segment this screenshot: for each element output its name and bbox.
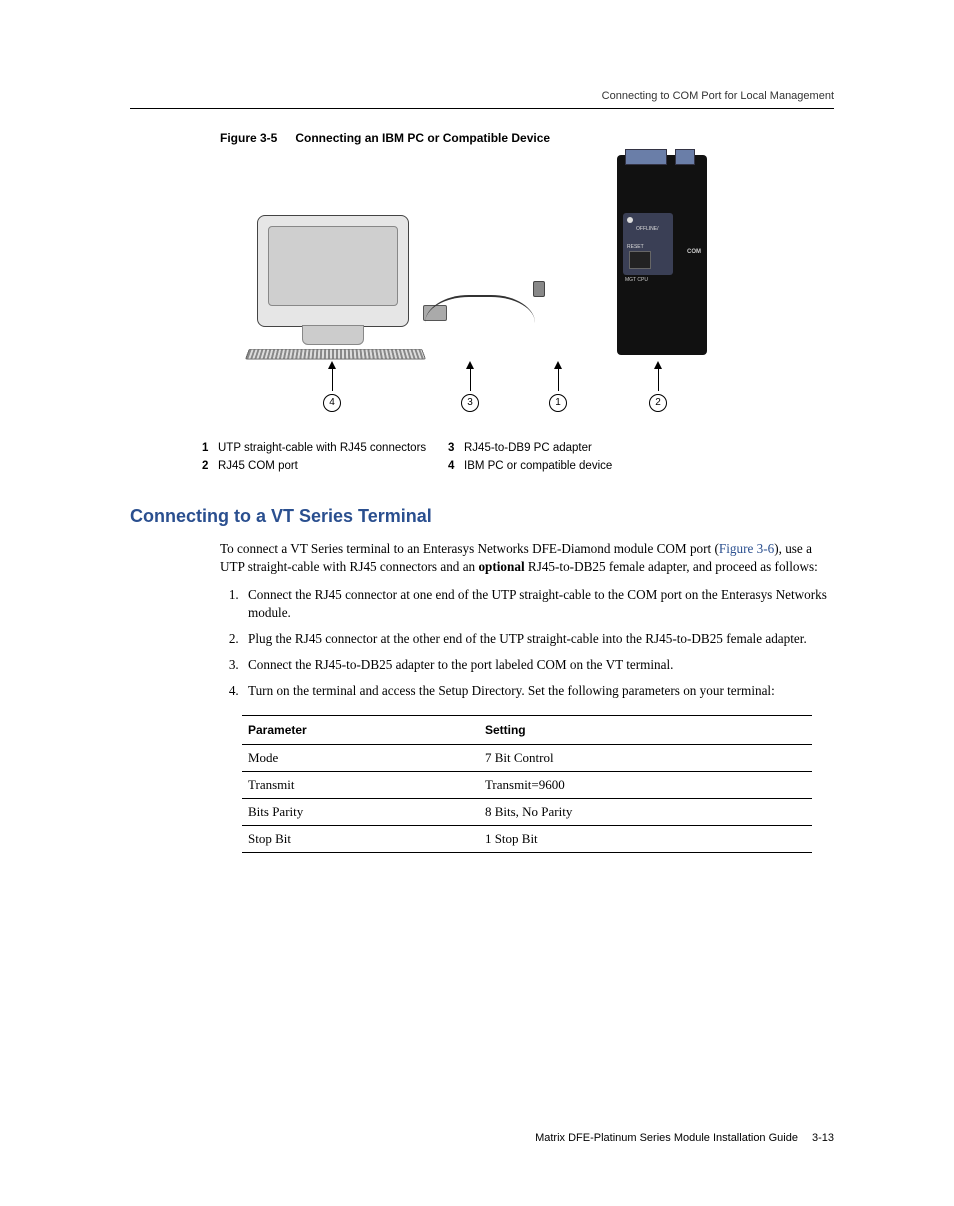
callout-stem bbox=[558, 369, 559, 391]
intro-paragraph: To connect a VT Series terminal to an En… bbox=[220, 540, 834, 576]
setting-cell: Transmit=9600 bbox=[479, 771, 812, 798]
figure-title: Connecting an IBM PC or Compatible Devic… bbox=[295, 131, 550, 145]
callout-stem bbox=[658, 369, 659, 391]
callout-4: 4 bbox=[323, 361, 341, 412]
mgt-cpu-label: MGT CPU bbox=[625, 277, 648, 283]
figure-caption: Figure 3-5 Connecting an IBM PC or Compat… bbox=[220, 131, 834, 145]
legend-row: 2 RJ45 COM port 4 IBM PC or compatible d… bbox=[202, 457, 762, 475]
header-rule bbox=[130, 108, 834, 109]
footer-page-number: 3-13 bbox=[812, 1132, 834, 1144]
step-item: Connect the RJ45 connector at one end of… bbox=[242, 586, 834, 622]
module-panel: OFFLINE/ RESET bbox=[623, 213, 673, 275]
callout-stem bbox=[470, 369, 471, 391]
legend-text: IBM PC or compatible device bbox=[464, 457, 762, 475]
pc-stand bbox=[302, 325, 364, 345]
legend-text: UTP straight-cable with RJ45 connectors bbox=[218, 439, 448, 457]
legend-row: 1 UTP straight-cable with RJ45 connector… bbox=[202, 439, 762, 457]
rj45-plug bbox=[533, 281, 545, 297]
setting-cell: 8 Bits, No Parity bbox=[479, 798, 812, 825]
figure-crossref-link[interactable]: Figure 3-6 bbox=[719, 541, 774, 556]
param-cell: Stop Bit bbox=[242, 825, 479, 852]
arrow-icon bbox=[466, 361, 474, 369]
callout-stem bbox=[332, 369, 333, 391]
dfe-module: OFFLINE/ RESET COM MGT CPU bbox=[617, 155, 707, 355]
arrow-icon bbox=[554, 361, 562, 369]
callout-number: 4 bbox=[323, 394, 341, 412]
callout-number: 3 bbox=[461, 394, 479, 412]
pc-screen bbox=[268, 226, 398, 306]
footer-book-title: Matrix DFE-Platinum Series Module Instal… bbox=[535, 1132, 798, 1144]
module-tab bbox=[675, 149, 695, 165]
table-row: Bits Parity 8 Bits, No Parity bbox=[242, 798, 812, 825]
intro-bold: optional bbox=[478, 559, 524, 574]
pc-keyboard bbox=[245, 349, 426, 360]
module-tab bbox=[625, 149, 667, 165]
pc-monitor bbox=[257, 215, 409, 327]
table-row: Mode 7 Bit Control bbox=[242, 744, 812, 771]
step-item: Turn on the terminal and access the Setu… bbox=[242, 682, 834, 700]
legend-num: 1 bbox=[202, 439, 218, 457]
param-cell: Bits Parity bbox=[242, 798, 479, 825]
figure-label: Figure 3-5 bbox=[220, 131, 277, 145]
legend-num: 2 bbox=[202, 457, 218, 475]
table-header-row: Parameter Setting bbox=[242, 715, 812, 744]
legend-text: RJ45 COM port bbox=[218, 457, 448, 475]
running-header: Connecting to COM Port for Local Managem… bbox=[130, 90, 834, 102]
led-icon bbox=[627, 217, 633, 223]
section-heading: Connecting to a VT Series Terminal bbox=[130, 506, 834, 527]
callout-number: 2 bbox=[649, 394, 667, 412]
com-port-icon bbox=[629, 251, 651, 269]
param-cell: Mode bbox=[242, 744, 479, 771]
col-header-parameter: Parameter bbox=[242, 715, 479, 744]
setting-cell: 7 Bit Control bbox=[479, 744, 812, 771]
callout-3: 3 bbox=[461, 361, 479, 412]
param-cell: Transmit bbox=[242, 771, 479, 798]
legend-num: 4 bbox=[448, 457, 464, 475]
setting-cell: 1 Stop Bit bbox=[479, 825, 812, 852]
figure-legend: 1 UTP straight-cable with RJ45 connector… bbox=[202, 439, 762, 476]
utp-cable bbox=[425, 295, 535, 323]
table-row: Stop Bit 1 Stop Bit bbox=[242, 825, 812, 852]
callout-1: 1 bbox=[549, 361, 567, 412]
com-label: COM bbox=[687, 249, 701, 255]
step-item: Connect the RJ45-to-DB25 adapter to the … bbox=[242, 656, 834, 674]
col-header-setting: Setting bbox=[479, 715, 812, 744]
offline-reset-label: OFFLINE/ RESET bbox=[627, 226, 659, 250]
arrow-icon bbox=[328, 361, 336, 369]
arrow-icon bbox=[654, 361, 662, 369]
legend-text: RJ45-to-DB9 PC adapter bbox=[464, 439, 762, 457]
parameter-table: Parameter Setting Mode 7 Bit Control Tra… bbox=[242, 715, 812, 853]
figure-diagram: OFFLINE/ RESET COM MGT CPU 4 3 1 2 bbox=[247, 155, 717, 403]
step-item: Plug the RJ45 connector at the other end… bbox=[242, 630, 834, 648]
table-row: Transmit Transmit=9600 bbox=[242, 771, 812, 798]
intro-text: To connect a VT Series terminal to an En… bbox=[220, 541, 719, 556]
intro-text: RJ45-to-DB25 female adapter, and proceed… bbox=[525, 559, 818, 574]
page-footer: Matrix DFE-Platinum Series Module Instal… bbox=[535, 1132, 834, 1144]
callout-2: 2 bbox=[649, 361, 667, 412]
legend-num: 3 bbox=[448, 439, 464, 457]
steps-list: Connect the RJ45 connector at one end of… bbox=[220, 586, 834, 701]
callout-number: 1 bbox=[549, 394, 567, 412]
